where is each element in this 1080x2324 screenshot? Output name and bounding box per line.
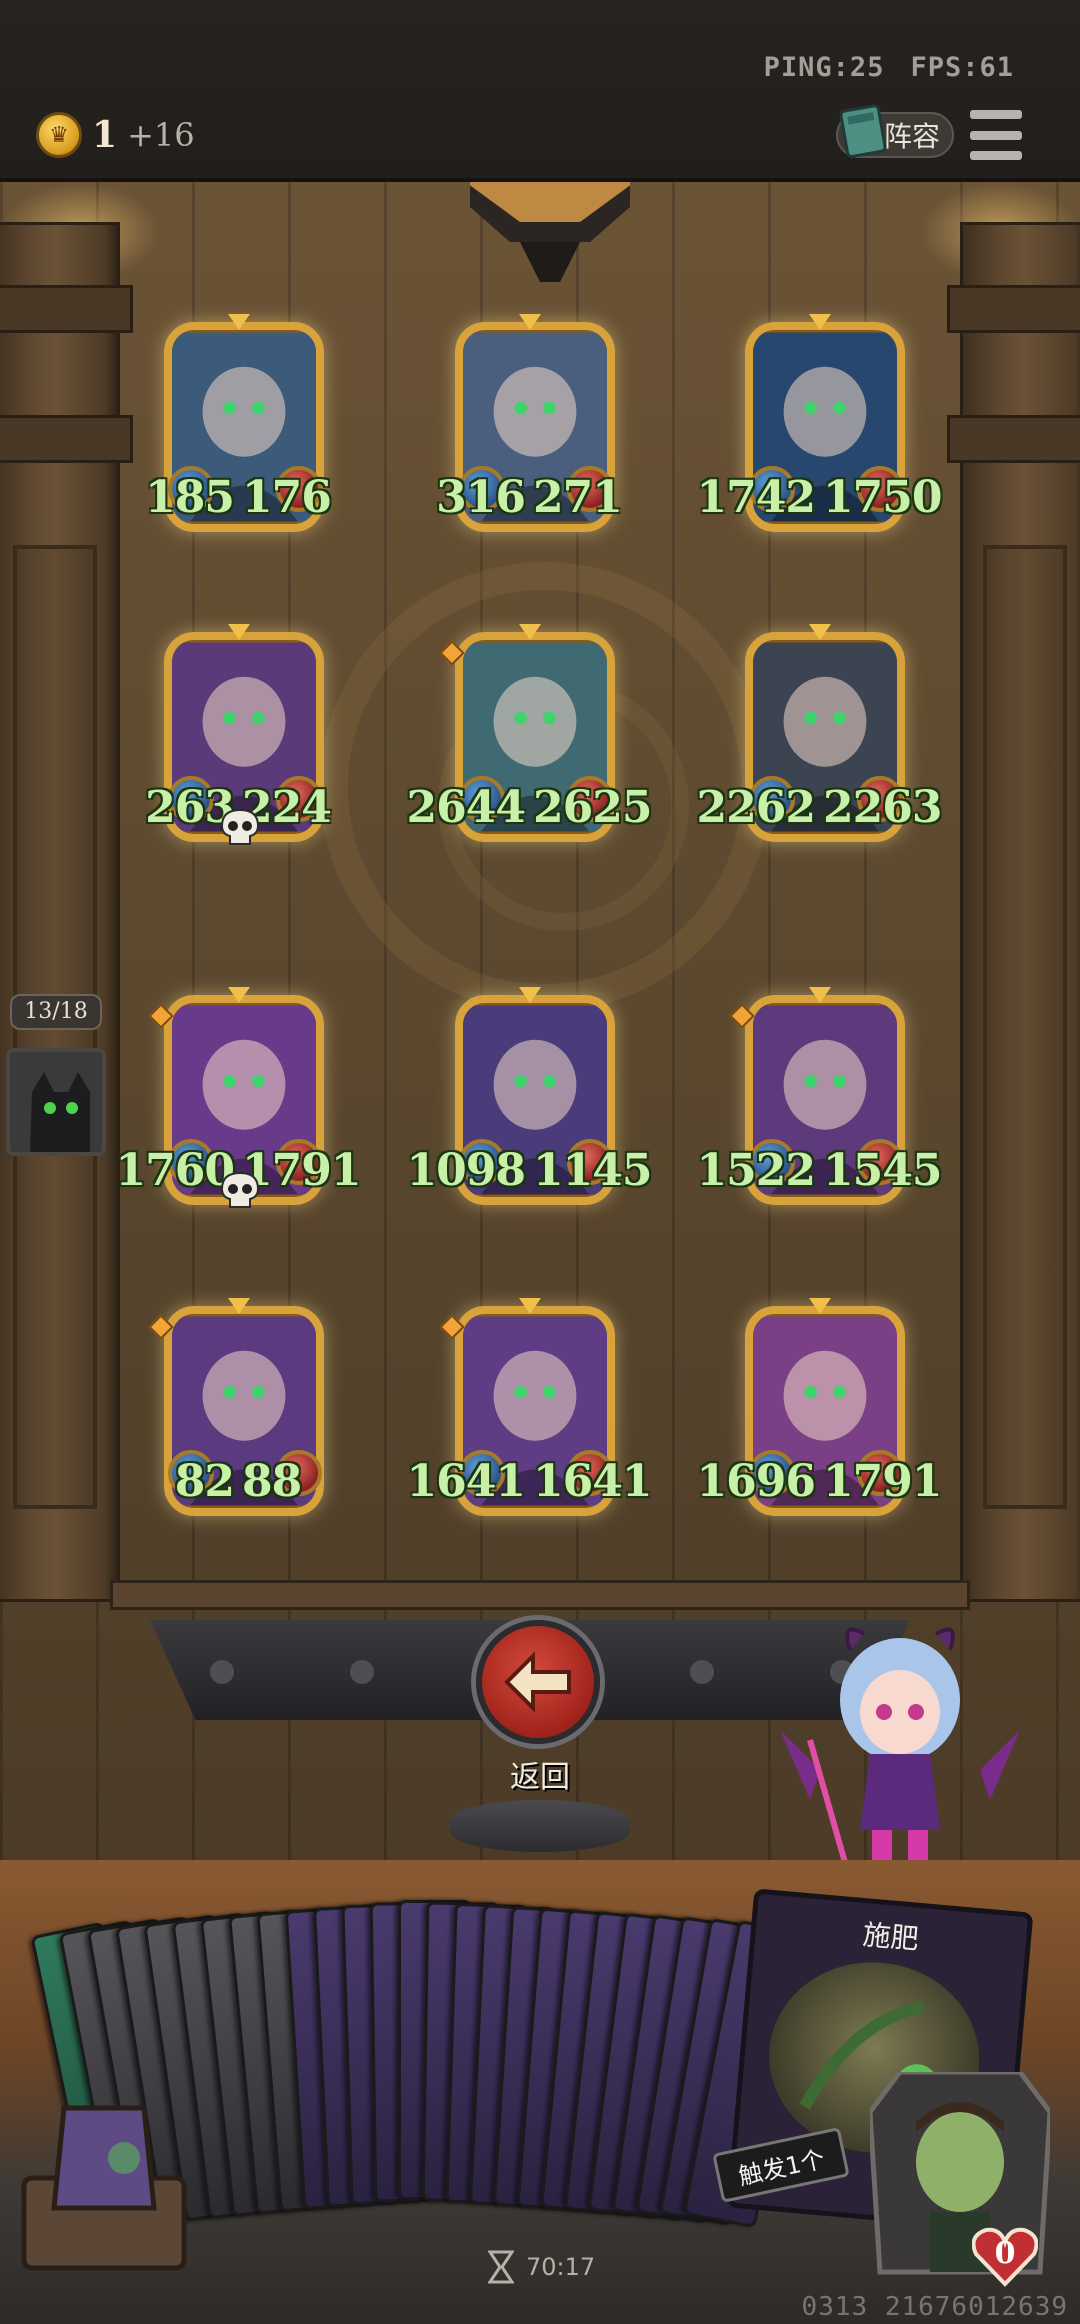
hourglass-icon (488, 2250, 514, 2284)
menu-icon[interactable] (970, 110, 1022, 160)
attack-value: 1641 (406, 1456, 526, 1507)
health-value: 176 (242, 472, 332, 523)
back-button-label: 返回 (510, 1760, 570, 1795)
attack-value: 1760 (115, 1145, 235, 1196)
wooden-pillar-left (0, 222, 133, 1602)
gold-income: +16 (127, 116, 195, 154)
top-bar: PING:25 FPS:61 ♛ 1 +16 阵容 (0, 0, 1080, 182)
attack-value: 1522 (696, 1145, 816, 1196)
unit-card-pumpkin-witch-girl[interactable]: 1760 1791 (116, 987, 361, 1225)
unit-card-elf-sorceress[interactable]: 185 176 (145, 314, 332, 552)
unit-card-goblin-jester[interactable]: 1098 1145 (407, 987, 652, 1225)
health-value: 1791 (823, 1456, 942, 1507)
crown-coin-icon: ♛ (36, 112, 82, 158)
attack-value: 1098 (406, 1145, 526, 1196)
gold-counter: ♛ 1 +16 (36, 112, 195, 158)
ceiling-lamp-icon (470, 182, 630, 282)
player-health-badge: 0 (971, 2226, 1039, 2288)
health-value: 1145 (533, 1145, 652, 1196)
attack-value: 82 (174, 1456, 235, 1507)
book-icon (839, 104, 887, 158)
network-status: PING:25 FPS:61 (738, 52, 1014, 83)
attack-value: 1696 (696, 1456, 816, 1507)
health-value: 2625 (533, 782, 652, 833)
health-value: 88 (242, 1456, 302, 1507)
timer-value: 70:17 (526, 2253, 596, 2281)
skull-icon (220, 1171, 260, 1208)
health-value: 1641 (533, 1456, 652, 1507)
arrow-left-icon (504, 1652, 571, 1712)
player-health-value: 0 (994, 2236, 1016, 2271)
fps-readout: FPS:61 (910, 52, 1014, 83)
unit-counter-bubble: 13/18 (10, 994, 102, 1030)
lineup-button-label: 阵容 (883, 120, 940, 153)
unit-card-ice-crystal-beast[interactable]: 1742 1750 (697, 314, 942, 552)
health-value: 1545 (823, 1145, 942, 1196)
unit-card-water-nymph[interactable]: 2644 2625 (407, 624, 652, 862)
back-button[interactable] (476, 1620, 600, 1744)
cat-unit-thumbnail[interactable] (6, 1048, 106, 1156)
back-button-stand (450, 1800, 630, 1852)
skull-icon (220, 808, 260, 845)
wooden-pillar-right (947, 222, 1080, 1602)
turn-timer: 70:17 (488, 2250, 595, 2284)
attack-value: 2644 (406, 782, 526, 833)
build-id: 0313 21676012639 (801, 2292, 1068, 2322)
gold-amount: 1 (92, 114, 118, 156)
health-value: 2263 (823, 782, 942, 833)
unit-card-blue-haired-witch[interactable]: 263 224 (145, 624, 332, 862)
treasure-chest-icon[interactable] (14, 2088, 194, 2278)
health-value: 271 (533, 472, 623, 523)
attack-value: 1742 (696, 472, 816, 523)
unit-card-husky-dog[interactable]: 1641 1641 (407, 1298, 652, 1536)
ping-readout: PING:25 (763, 52, 885, 83)
attack-value: 316 (436, 472, 526, 523)
attack-value: 185 (145, 472, 235, 523)
shelf (110, 1580, 970, 1610)
unit-card-dark-mushroom[interactable]: 1522 1545 (697, 987, 942, 1225)
unit-card-bearded-king[interactable]: 316 271 (436, 314, 623, 552)
black-cat-icon (10, 1052, 102, 1152)
unit-card-pink-haired-lady[interactable]: 1696 1791 (697, 1298, 942, 1536)
unit-card-mushroom-creature[interactable]: 2262 2263 (697, 624, 942, 862)
unit-card-gray-wolf-bandit[interactable]: 82 88 (146, 1298, 326, 1536)
attack-value: 2262 (696, 782, 816, 833)
health-value: 1750 (823, 472, 942, 523)
